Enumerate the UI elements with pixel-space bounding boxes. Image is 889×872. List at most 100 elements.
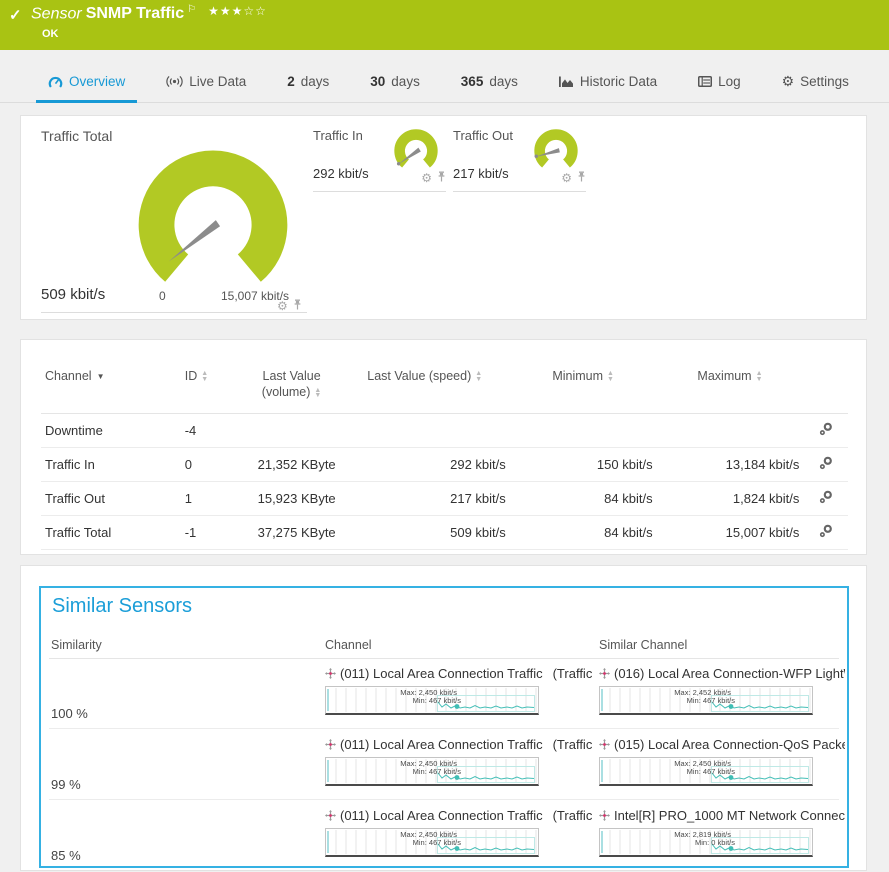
gauge-icon (48, 75, 63, 88)
channel-settings-icon[interactable] (819, 458, 833, 473)
tab-2-days[interactable]: 2 days (287, 60, 329, 102)
channel-name-truncated: (Traffic To (553, 666, 593, 681)
mini-graph[interactable]: Max: 2,450 kbit/s Min: 467 kbit/s (325, 828, 539, 857)
similarity-value: 85 % (51, 848, 81, 863)
tab-log[interactable]: Log (698, 60, 741, 102)
mini-graph[interactable]: Max: 2,450 kbit/s Min: 467 kbit/s (325, 686, 539, 715)
channel-link[interactable]: (011) Local Area Connection Traffic(Traf… (325, 808, 593, 857)
channel-settings-icon[interactable] (819, 526, 833, 541)
tab-label: Live Data (189, 74, 246, 89)
tab-label: Overview (69, 74, 125, 89)
mini-graph[interactable]: Max: 2,450 kbit/s Min: 467 kbit/s (599, 757, 813, 786)
stars-filled[interactable]: ★★★ (208, 4, 243, 18)
similar-channel-link[interactable]: (015) Local Area Connection-QoS Packet S… (599, 737, 845, 786)
channel-minimum: 150 kbit/s (510, 447, 657, 481)
column-header-volume[interactable]: Last Value (volume)▲▼ (243, 358, 339, 413)
gauge-in-label: Traffic In (313, 128, 363, 143)
column-header-speed[interactable]: Last Value (speed)▲▼ (340, 358, 510, 413)
channel-name-text: (016) Local Area Connection-WFP LightWei… (614, 666, 845, 681)
tab-number: 30 (370, 74, 385, 89)
channel-last-volume (243, 413, 339, 447)
channel-name[interactable]: Downtime (41, 413, 181, 447)
channel-last-volume: 37,275 KByte (243, 515, 339, 549)
similar-channel-link[interactable]: (016) Local Area Connection-WFP LightWei… (599, 666, 845, 715)
column-header-channel[interactable]: Channel▼ (41, 358, 181, 413)
pin-icon[interactable] (577, 169, 586, 187)
sort-icon: ▲▼ (201, 371, 208, 382)
tab-365-days[interactable]: 365 days (461, 60, 518, 102)
svg-text:Min: 467 kbit/s: Min: 467 kbit/s (687, 696, 736, 705)
similar-sensors-box: Similar Sensors Similarity Channel Simil… (39, 586, 849, 868)
channel-link[interactable]: (011) Local Area Connection Traffic(Traf… (325, 737, 593, 786)
sort-icon: ▲▼ (475, 371, 482, 382)
gear-icon[interactable]: ⚙ (561, 172, 572, 184)
tab-overview[interactable]: Overview (48, 60, 125, 102)
channel-name[interactable]: Traffic Total (41, 515, 181, 549)
channel-name-text: Intel[R] PRO_1000 MT Network Connection (614, 808, 845, 823)
priority-flag-icon[interactable]: ⚐ (187, 4, 196, 15)
similar-table-header: Similarity Channel Similar Channel (49, 636, 839, 659)
tab-live-data[interactable]: Live Data (166, 60, 246, 102)
channel-last-volume: 15,923 KByte (243, 481, 339, 515)
gear-icon[interactable]: ⚙ (421, 172, 432, 184)
mini-graph[interactable]: Max: 2,452 kbit/s Min: 467 kbit/s (599, 686, 813, 715)
channel-table-row[interactable]: Traffic In 0 21,352 KByte 292 kbit/s 150… (41, 447, 848, 481)
channel-name-truncated: (Traffic To (553, 808, 593, 823)
crosshair-icon (599, 810, 610, 821)
page-title: SNMP Traffic (86, 5, 184, 22)
gauge-out-cell: Traffic Out 217 kbit/s ⚙ (453, 124, 586, 192)
similar-channel-link[interactable]: Intel[R] PRO_1000 MT Network Connection(… (599, 808, 845, 857)
mini-graph[interactable]: Max: 2,819 kbit/s Min: 0 kbit/s (599, 828, 813, 857)
column-header-id[interactable]: ID▲▼ (181, 358, 244, 413)
active-tab-underline (36, 100, 137, 103)
similar-sensors-panel: Similar Sensors Similarity Channel Simil… (20, 565, 867, 871)
sensor-status-header: ✓ SensorSNMP Traffic⚐★★★☆☆ OK (0, 0, 889, 50)
gauge-scale-min: 0 (159, 289, 166, 303)
channel-maximum: 15,007 kbit/s (657, 515, 804, 549)
channel-name[interactable]: Traffic Out (41, 481, 181, 515)
channel-table-row[interactable]: Traffic Total -1 37,275 KByte 509 kbit/s… (41, 515, 848, 549)
svg-text:Min: 0 kbit/s: Min: 0 kbit/s (695, 838, 735, 847)
column-header-maximum[interactable]: Maximum▲▼ (657, 358, 804, 413)
column-header-minimum[interactable]: Minimum▲▼ (510, 358, 657, 413)
channel-name-text: (011) Local Area Connection Traffic (340, 666, 543, 681)
gauge-in-value: 292 kbit/s (313, 166, 369, 181)
crosshair-icon (599, 739, 610, 750)
channel-name-text: (015) Local Area Connection-QoS Packet S… (614, 737, 845, 752)
sort-icon: ▲▼ (314, 388, 321, 399)
similarity-value: 100 % (51, 706, 88, 721)
channel-settings-icon[interactable] (819, 424, 833, 439)
tab-settings[interactable]: ⚙ Settings (782, 60, 849, 102)
channel-last-speed: 509 kbit/s (340, 515, 510, 549)
tab-label: days (391, 74, 420, 89)
tab-historic-data[interactable]: Historic Data (559, 60, 657, 102)
traffic-total-gauge (133, 142, 293, 302)
gear-icon[interactable]: ⚙ (277, 300, 288, 312)
channel-name[interactable]: Traffic In (41, 447, 181, 481)
channel-table-row[interactable]: Traffic Out 1 15,923 KByte 217 kbit/s 84… (41, 481, 848, 515)
channel-last-speed: 217 kbit/s (340, 481, 510, 515)
channel-minimum (510, 413, 657, 447)
status-badge: OK (42, 28, 59, 40)
channel-settings-icon[interactable] (819, 492, 833, 507)
channel-table-header-row: Channel▼ ID▲▼ Last Value (volume)▲▼ Last… (41, 358, 848, 413)
priority-stars[interactable]: ★★★☆☆ (208, 4, 267, 18)
svg-text:Min: 467 kbit/s: Min: 467 kbit/s (687, 767, 736, 776)
tab-label: Historic Data (580, 74, 657, 89)
stars-empty[interactable]: ☆☆ (243, 4, 267, 18)
channel-id: -1 (181, 515, 244, 549)
mini-graph[interactable]: Max: 2,450 kbit/s Min: 467 kbit/s (325, 757, 539, 786)
channel-table-body: Downtime -4 Traffic In 0 21,352 KByte 29… (41, 413, 848, 549)
gauge-out-value: 217 kbit/s (453, 166, 509, 181)
channel-maximum (657, 413, 804, 447)
log-list-icon (698, 76, 712, 87)
channel-minimum: 84 kbit/s (510, 481, 657, 515)
crosshair-icon (599, 668, 610, 679)
channel-id: -4 (181, 413, 244, 447)
channels-panel: Channel▼ ID▲▼ Last Value (volume)▲▼ Last… (20, 339, 867, 555)
pin-icon[interactable] (437, 169, 446, 187)
live-data-icon (166, 75, 183, 88)
channel-link[interactable]: (011) Local Area Connection Traffic (Traf… (325, 666, 593, 715)
tab-30-days[interactable]: 30 days (370, 60, 420, 102)
channel-table-row[interactable]: Downtime -4 (41, 413, 848, 447)
